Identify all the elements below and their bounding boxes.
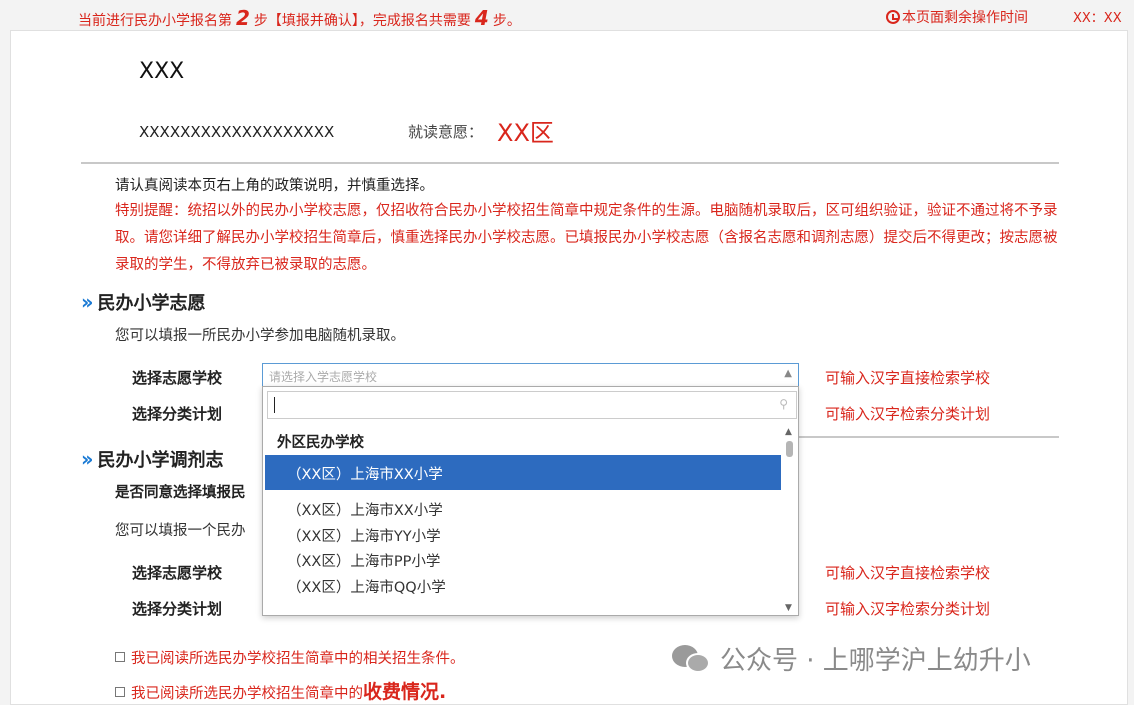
total-step-number: 4: [474, 6, 489, 30]
school-dropdown[interactable]: ⚲ 外区民办学校 （XX区）上海市XX小学 （XX区）上海市XX小学 （XX区）…: [262, 386, 799, 616]
clock-icon: [886, 10, 900, 24]
checkbox-label-emphasis: 收费情况.: [363, 681, 447, 703]
section1-title-text: 民办小学志愿: [97, 293, 206, 314]
text-cursor: [274, 397, 275, 413]
adjust-plan-search-hint: 可输入汉字检索分类计划: [825, 600, 991, 618]
timer-label: 本页面剩余操作时间: [886, 7, 1028, 27]
watermark: 公众号 · 上哪学沪上幼升小: [672, 640, 1031, 677]
dropdown-option-selected-label: （XX区）上海市XX小学: [287, 467, 443, 483]
step-mid: 步【填报并确认】，完成报名共需要: [253, 13, 471, 29]
applicant-id-number: XXXXXXXXXXXXXXXXXXX: [139, 123, 335, 141]
section2-title-text: 民办小学调剂志: [97, 450, 224, 471]
scroll-thumb[interactable]: [786, 441, 793, 457]
timer-label-text: 本页面剩余操作时间: [902, 10, 1028, 26]
checkbox-label: 我已阅读所选民办学校招生简章中的: [131, 686, 363, 702]
step-suffix: 步。: [492, 13, 521, 29]
chevron-up-icon: ▲: [784, 368, 792, 379]
adjust-plan-select-label: 选择分类计划: [132, 600, 223, 618]
adjust-school-search-hint: 可输入汉字直接检索学校: [825, 564, 991, 582]
checkbox-admission-conditions[interactable]: 我已阅读所选民办学校招生简章中的相关招生条件。: [115, 647, 465, 668]
section1-subtitle: 您可以填报一所民办小学参加电脑随机录取。: [115, 328, 405, 344]
double-chevron-icon: ››: [81, 290, 94, 314]
section-title-adjustment: ›› 民办小学调剂志: [81, 446, 223, 472]
school-select[interactable]: 请选择入学志愿学校 ▲: [262, 363, 799, 387]
double-chevron-icon: ››: [81, 447, 94, 471]
step-indicator: 当前进行民办小学报名第 2 步【填报并确认】，完成报名共需要 4 步。: [78, 6, 521, 30]
checkbox-label: 我已阅读所选民办学校招生简章中的相关招生条件。: [131, 651, 465, 667]
school-select-label: 选择志愿学校: [132, 369, 223, 387]
dropdown-search-input[interactable]: ⚲: [267, 391, 797, 419]
section-title-private-school: ›› 民办小学志愿: [81, 289, 205, 315]
dropdown-option[interactable]: （XX区）上海市YY小学: [287, 525, 441, 546]
agree-adjustment-question: 是否同意选择填报民: [115, 485, 246, 501]
section2-subtitle: 您可以填报一个民办: [115, 523, 246, 539]
dropdown-option[interactable]: （XX区）上海市XX小学: [287, 499, 443, 520]
wish-label: 就读意愿：: [408, 123, 484, 141]
wechat-icon: [672, 643, 712, 675]
notice-line: 请认真阅读本页右上角的政策说明，并慎重选择。: [115, 178, 434, 194]
wish-value: XX区: [497, 119, 554, 147]
applicant-name: XXX: [139, 59, 185, 84]
search-icon: ⚲: [779, 397, 788, 411]
watermark-text: 公众号 · 上哪学沪上幼升小: [720, 646, 1031, 676]
scroll-up-icon[interactable]: ▲: [785, 427, 792, 437]
school-select-placeholder: 请选择入学志愿学校: [269, 370, 378, 384]
plan-select-label: 选择分类计划: [132, 405, 223, 423]
special-reminder: 特别提醒：统招以外的民办小学校志愿，仅招收符合民办小学校招生简章中规定条件的生源…: [115, 203, 1058, 273]
scroll-down-icon[interactable]: ▼: [785, 603, 792, 613]
checkbox[interactable]: [115, 687, 125, 697]
dropdown-option[interactable]: （XX区）上海市PP小学: [287, 550, 440, 571]
school-search-hint: 可输入汉字直接检索学校: [825, 369, 991, 387]
dropdown-scrollbar[interactable]: ▲ ▼: [783, 427, 797, 615]
plan-search-hint: 可输入汉字检索分类计划: [825, 405, 991, 423]
current-step-number: 2: [236, 6, 250, 30]
adjust-school-select-label: 选择志愿学校: [132, 564, 223, 582]
divider: [81, 162, 1059, 164]
dropdown-option[interactable]: （XX区）上海市QQ小学: [287, 576, 446, 597]
timer-value: XX：XX: [1073, 11, 1122, 26]
top-bar: 当前进行民办小学报名第 2 步【填报并确认】，完成报名共需要 4 步。 本页面剩余操作时…: [0, 0, 1134, 30]
dropdown-group-label: 外区民办学校: [277, 435, 364, 451]
checkbox[interactable]: [115, 652, 125, 662]
divider: [799, 436, 1059, 438]
checkbox-fees[interactable]: 我已阅读所选民办学校招生简章中的收费情况.: [115, 677, 446, 704]
step-prefix: 当前进行民办小学报名第: [78, 13, 232, 29]
dropdown-option-selected[interactable]: （XX区）上海市XX小学: [265, 455, 781, 490]
form-panel: XXX XXXXXXXXXXXXXXXXXXX 就读意愿： XX区 请认真阅读本…: [10, 30, 1128, 705]
